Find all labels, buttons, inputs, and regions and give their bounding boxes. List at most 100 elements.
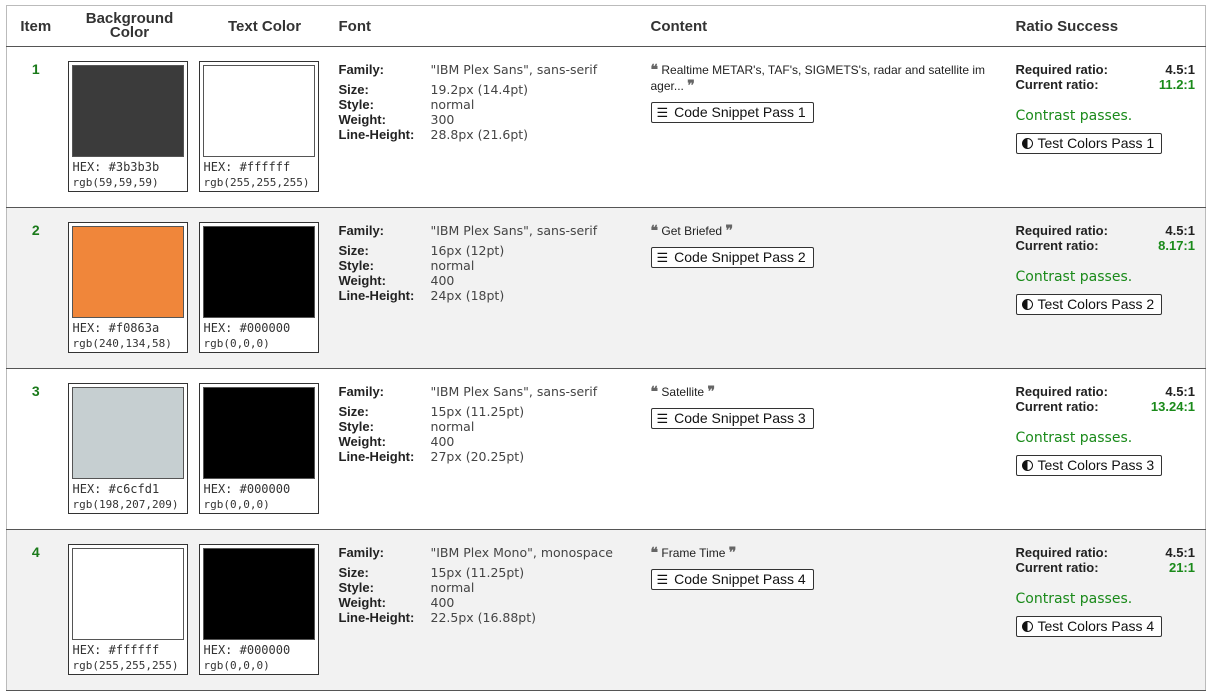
font-cell: Family: "IBM Plex Sans", sans-serif Size:…	[334, 368, 641, 530]
font-info: Family: "IBM Plex Sans", sans-serif Size:…	[335, 369, 641, 464]
code-snippet-label: Code Snippet Pass 4	[674, 571, 806, 587]
font-family-value: "IBM Plex Sans", sans-serif	[430, 384, 598, 399]
text-color-sample: HEX: #000000 rgb(0,0,0)	[198, 383, 319, 514]
background-swatch	[71, 65, 184, 157]
background-color-sample: HEX: #f0863a rgb(240,134,58)	[67, 222, 188, 353]
background-hex: HEX: #3b3b3b	[72, 160, 160, 174]
required-ratio-value: 4.5:1	[1165, 62, 1195, 77]
content-quote: ❝ Frame Time ❞	[651, 545, 1000, 561]
test-colors-button[interactable]: Test Colors Pass 4	[1015, 616, 1163, 637]
header-ratio-success: Ratio Success	[1005, 5, 1206, 47]
content-text: Satellite	[661, 385, 705, 399]
item-cell: 3	[6, 368, 65, 530]
text-color-cell: HEX: #000000 rgb(0,0,0)	[194, 207, 335, 369]
contrast-status: Contrast passes.	[1015, 591, 1133, 607]
quote-close-icon: ❞	[725, 223, 733, 239]
header-font: Font	[334, 5, 641, 47]
header-background-color: Background Color	[64, 5, 195, 47]
half-circle-contrast-icon	[1021, 138, 1033, 149]
required-ratio-value: 4.5:1	[1165, 223, 1195, 238]
line-height-label: Line-Height:	[338, 288, 415, 303]
text-hex: HEX: #000000	[203, 643, 291, 657]
align-justify-icon: ☰	[656, 250, 669, 265]
background-rgb: rgb(255,255,255)	[72, 659, 179, 672]
font-style-label: Style:	[338, 419, 374, 434]
current-ratio-label: Current ratio:	[1015, 399, 1099, 414]
code-snippet-label: Code Snippet Pass 1	[674, 104, 806, 120]
required-ratio-value: 4.5:1	[1165, 545, 1195, 560]
line-height-value: 27px (20.25pt)	[430, 449, 525, 464]
quote-open-icon: ❝	[650, 384, 659, 400]
background-color-cell: HEX: #c6cfd1 rgb(198,207,209)	[64, 368, 195, 530]
quote-close-icon: ❞	[728, 545, 737, 561]
font-info: Family: "IBM Plex Sans", sans-serif Size:…	[335, 208, 641, 303]
line-height-label: Line-Height:	[338, 127, 415, 142]
quote-open-icon: ❝	[650, 545, 659, 561]
line-height-value: 22.5px (16.88pt)	[430, 610, 537, 625]
text-hex: HEX: #000000	[203, 482, 291, 496]
current-ratio-value: 11.2:1	[1158, 77, 1195, 92]
content-text: Realtime METAR's, TAF's, SIGMETS's, rada…	[650, 63, 986, 93]
font-weight-value: 400	[430, 595, 455, 610]
header-content: Content	[640, 5, 1006, 47]
header-text-color: Text Color	[194, 5, 335, 47]
font-family-value: "IBM Plex Sans", sans-serif	[430, 223, 598, 238]
test-colors-label: Test Colors Pass 2	[1037, 296, 1155, 312]
test-colors-button[interactable]: Test Colors Pass 1	[1015, 133, 1163, 154]
text-swatch	[202, 548, 315, 640]
code-snippet-label: Code Snippet Pass 2	[674, 249, 806, 265]
align-justify-icon: ☰	[656, 105, 669, 120]
background-rgb: rgb(240,134,58)	[72, 337, 172, 350]
font-family-value: "IBM Plex Mono", monospace	[430, 545, 613, 560]
background-color-sample: HEX: #ffffff rgb(255,255,255)	[67, 544, 188, 675]
text-color-sample: HEX: #ffffff rgb(255,255,255)	[198, 61, 319, 192]
content-info: ❝ Frame Time ❞ ☰ Code Snippet Pass 4	[641, 530, 1006, 590]
content-quote: ❝ Get Briefed ❞	[651, 223, 1000, 239]
line-height-label: Line-Height:	[338, 610, 415, 625]
contrast-status: Contrast passes.	[1015, 108, 1133, 124]
content-cell: ❝ Get Briefed ❞ ☰ Code Snippet Pass 2	[640, 207, 1006, 369]
font-size-value: 15px (11.25pt)	[430, 565, 525, 580]
text-rgb: rgb(0,0,0)	[203, 337, 270, 350]
background-color-sample: HEX: #3b3b3b rgb(59,59,59)	[67, 61, 188, 192]
item-number: 4	[31, 544, 40, 560]
code-snippet-button[interactable]: ☰ Code Snippet Pass 1	[650, 102, 814, 123]
text-color-sample: HEX: #000000 rgb(0,0,0)	[198, 222, 319, 353]
text-rgb: rgb(255,255,255)	[203, 176, 310, 189]
contrast-status: Contrast passes.	[1015, 269, 1133, 285]
font-style-value: normal	[430, 419, 475, 434]
text-color-cell: HEX: #ffffff rgb(255,255,255)	[194, 46, 335, 208]
font-weight-label: Weight:	[338, 112, 386, 127]
background-swatch	[71, 387, 184, 479]
test-colors-label: Test Colors Pass 1	[1037, 135, 1155, 151]
test-colors-button[interactable]: Test Colors Pass 2	[1015, 294, 1163, 315]
font-weight-value: 400	[430, 273, 455, 288]
background-color-cell: HEX: #3b3b3b rgb(59,59,59)	[64, 46, 195, 208]
font-style-value: normal	[430, 580, 475, 595]
code-snippet-button[interactable]: ☰ Code Snippet Pass 3	[650, 408, 814, 429]
content-text: Get Briefed	[661, 224, 723, 238]
font-weight-label: Weight:	[338, 595, 386, 610]
item-cell: 4	[6, 529, 65, 691]
test-colors-button[interactable]: Test Colors Pass 3	[1015, 455, 1163, 476]
align-justify-icon: ☰	[656, 411, 669, 426]
code-snippet-button[interactable]: ☰ Code Snippet Pass 2	[650, 247, 814, 268]
font-size-label: Size:	[338, 82, 369, 97]
font-size-label: Size:	[338, 565, 369, 580]
font-style-label: Style:	[338, 258, 374, 273]
font-size-label: Size:	[338, 243, 369, 258]
table-row: 2 HEX: #f0863a rgb(240,134,58) HEX: #000…	[6, 207, 1206, 369]
quote-close-icon: ❞	[707, 384, 715, 400]
text-color-sample: HEX: #000000 rgb(0,0,0)	[198, 544, 319, 675]
text-rgb: rgb(0,0,0)	[203, 498, 270, 511]
code-snippet-label: Code Snippet Pass 3	[674, 410, 806, 426]
current-ratio-label: Current ratio:	[1015, 560, 1099, 575]
content-quote: ❝ Satellite ❞	[651, 384, 1000, 400]
current-ratio-value: 8.17:1	[1158, 238, 1195, 253]
code-snippet-button[interactable]: ☰ Code Snippet Pass 4	[650, 569, 814, 590]
item-number: 3	[31, 383, 40, 399]
font-weight-label: Weight:	[338, 273, 386, 288]
current-ratio-label: Current ratio:	[1015, 238, 1099, 253]
font-size-value: 15px (11.25pt)	[430, 404, 525, 419]
table-row: 4 HEX: #ffffff rgb(255,255,255) HEX: #00…	[6, 529, 1206, 691]
